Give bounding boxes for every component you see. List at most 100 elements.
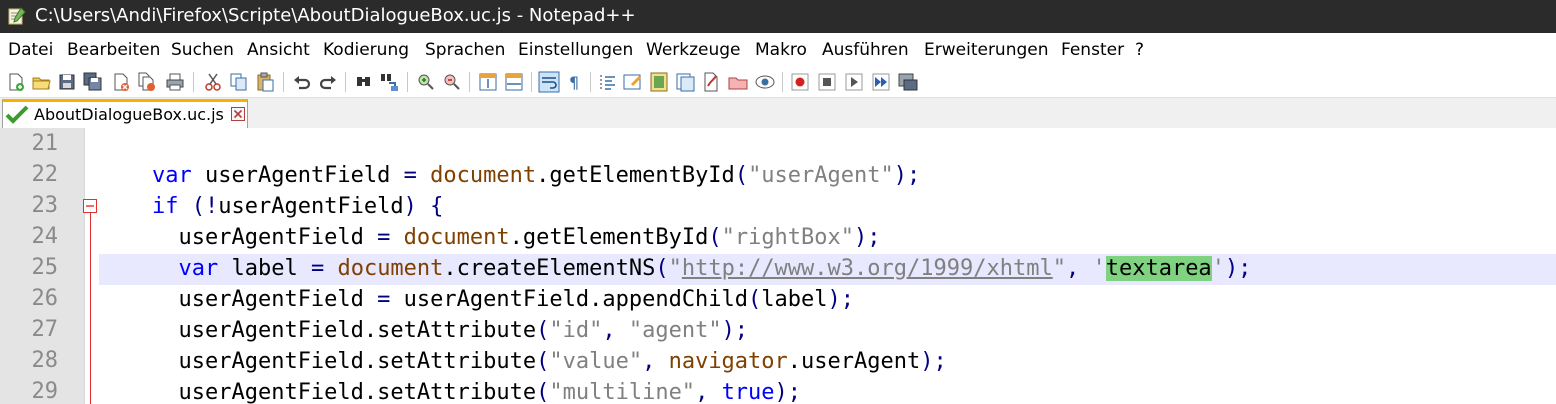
toolbar: ¶ — [0, 67, 1556, 98]
line-number-gutter: 21 22 23 24 25 26 27 28 29 — [0, 128, 84, 404]
save-icon[interactable] — [56, 71, 78, 93]
copy-icon[interactable] — [228, 71, 250, 93]
code-token: , — [602, 318, 629, 343]
code-editor[interactable]: 21 22 23 24 25 26 27 28 29 var userAgent… — [0, 128, 1556, 404]
menu-sprachen[interactable]: Sprachen — [425, 40, 505, 60]
record-macro-icon[interactable] — [789, 71, 811, 93]
code-token: .getElementById — [536, 163, 735, 188]
code-token: ( — [655, 256, 669, 281]
code-token: (! — [191, 194, 219, 219]
code-line[interactable]: userAgentField = userAgentField.appendCh… — [99, 284, 854, 315]
code-token: var — [151, 163, 192, 188]
toolbar-separator — [407, 72, 408, 92]
folder-workspace-icon[interactable] — [700, 71, 722, 93]
line-number: 23 — [31, 193, 59, 218]
save-all-icon[interactable] — [82, 71, 104, 93]
code-line[interactable]: userAgentField.setAttribute("id", "agent… — [99, 315, 748, 346]
code-line[interactable]: var label = document.createElementNS("ht… — [99, 253, 1251, 284]
title-bar: C:\Users\Andi\Firefox\Scripte\AboutDialo… — [0, 0, 1556, 33]
menu-werkzeuge[interactable]: Werkzeuge — [646, 40, 741, 60]
menu-fenster[interactable]: Fenster — [1061, 40, 1124, 60]
sync-horizontal-icon[interactable] — [503, 71, 525, 93]
play-macro-icon[interactable] — [843, 71, 865, 93]
line-number: 25 — [31, 255, 59, 280]
fold-range-line — [90, 208, 91, 404]
menu-kodierung[interactable]: Kodierung — [323, 40, 409, 60]
code-token: ( — [708, 225, 722, 250]
redo-icon[interactable] — [317, 71, 339, 93]
code-line[interactable]: if (!userAgentField) { — [99, 191, 443, 222]
code-line[interactable]: userAgentField = document.getElementById… — [99, 222, 881, 253]
code-token: ' — [1092, 256, 1106, 281]
save-macro-icon[interactable] — [897, 71, 919, 93]
code-token: .getElementById — [509, 225, 709, 250]
run-macro-multiple-icon[interactable] — [870, 71, 892, 93]
monitoring-icon[interactable] — [754, 71, 776, 93]
menu-erweiterungen[interactable]: Erweiterungen — [924, 40, 1049, 60]
indent-guide-icon[interactable] — [597, 71, 619, 93]
code-line[interactable]: userAgentField.setAttribute("multiline",… — [99, 377, 801, 404]
code-token: userAgentField.setAttribute — [178, 318, 537, 343]
code-token: , — [642, 349, 669, 374]
code-token: ); — [774, 380, 802, 404]
document-list-icon[interactable] — [727, 71, 749, 93]
code-token: = — [377, 287, 391, 312]
menu-bearbeiten[interactable]: Bearbeiten — [67, 40, 160, 60]
code-token: true — [721, 380, 775, 404]
menu-help[interactable]: ? — [1135, 40, 1144, 60]
menu-ansicht[interactable]: Ansicht — [247, 40, 310, 60]
code-token: "rightBox" — [721, 225, 855, 250]
code-token: ( — [734, 163, 749, 188]
menu-suchen[interactable]: Suchen — [171, 40, 234, 60]
code-line[interactable]: userAgentField.setAttribute("value", nav… — [99, 346, 947, 377]
close-icon[interactable] — [110, 71, 132, 93]
find-icon[interactable] — [353, 71, 375, 93]
notepad-app-icon — [8, 7, 26, 25]
zoom-in-icon[interactable] — [415, 71, 437, 93]
code-token: ( — [536, 349, 550, 374]
sync-vertical-icon[interactable] — [477, 71, 499, 93]
toolbar-separator — [193, 72, 194, 92]
new-file-icon[interactable] — [5, 71, 27, 93]
replace-icon[interactable] — [379, 71, 401, 93]
open-file-icon[interactable] — [30, 71, 52, 93]
code-token: ); — [920, 349, 947, 374]
fold-collapse-icon[interactable] — [83, 199, 97, 213]
undo-icon[interactable] — [291, 71, 313, 93]
user-language-icon[interactable] — [622, 71, 644, 93]
close-all-icon[interactable] — [136, 71, 158, 93]
line-number: 28 — [31, 348, 59, 373]
line-number: 24 — [31, 224, 59, 249]
menu-ausfuehren[interactable]: Ausführen — [822, 40, 909, 60]
code-line[interactable]: var userAgentField = document.getElement… — [99, 160, 920, 191]
svg-text:¶: ¶ — [569, 73, 579, 92]
toolbar-separator — [469, 72, 470, 92]
code-token: " — [1052, 256, 1066, 281]
menu-einstellungen[interactable]: Einstellungen — [518, 40, 633, 60]
code-token: userAgentField — [218, 194, 404, 219]
code-token: userAgentField — [178, 287, 378, 312]
word-wrap-icon[interactable] — [538, 71, 560, 93]
code-token: "id" — [549, 318, 603, 343]
print-icon[interactable] — [164, 71, 186, 93]
close-tab-icon[interactable] — [231, 107, 245, 121]
code-token: ); — [854, 225, 881, 250]
menu-datei[interactable]: Datei — [8, 40, 53, 60]
code-token: .createElementNS — [443, 256, 656, 281]
zoom-out-icon[interactable] — [441, 71, 463, 93]
show-all-chars-icon[interactable]: ¶ — [564, 71, 586, 93]
cut-icon[interactable] — [202, 71, 224, 93]
code-token: if — [151, 194, 179, 219]
paste-icon[interactable] — [254, 71, 276, 93]
menu-makro[interactable]: Makro — [755, 40, 807, 60]
code-token: "value" — [549, 349, 643, 374]
tab-aboutdialoguebox[interactable]: AboutDialogueBox.uc.js — [2, 99, 248, 128]
function-list-icon[interactable] — [674, 71, 696, 93]
stop-macro-icon[interactable] — [816, 71, 838, 93]
document-map-icon[interactable] — [648, 71, 670, 93]
